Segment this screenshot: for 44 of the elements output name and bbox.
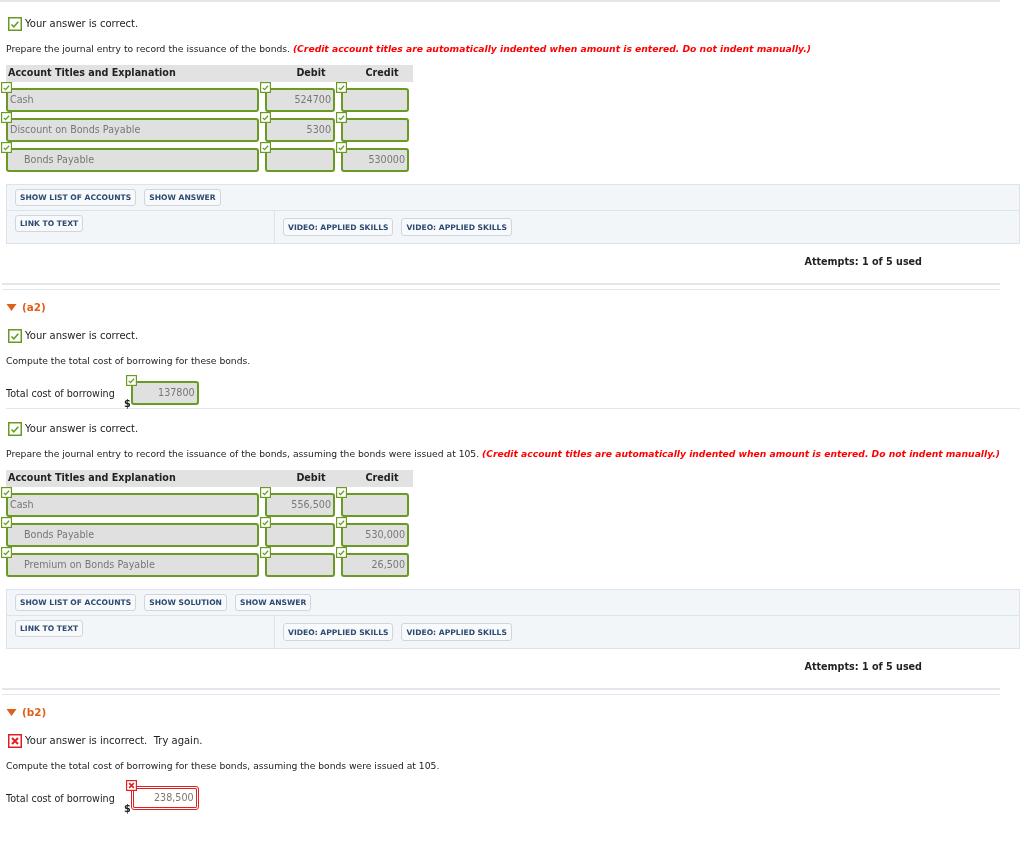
- input-field[interactable]: [265, 553, 335, 577]
- question-text: Prepare the journal entry to record the issuance of the bonds. (Credit account titles are automatically indented when amount is entered. Do not indent manually.): [6, 42, 812, 55]
- result-message: Your answer is correct.: [25, 17, 139, 31]
- caret-icon[interactable]: [6, 304, 17, 313]
- input-field[interactable]: Bonds Payable: [6, 148, 259, 172]
- column-heading: Credit: [364, 471, 400, 486]
- column-heading: Debit: [295, 66, 327, 81]
- currency-sign: $: [124, 396, 131, 411]
- input-field[interactable]: Cash: [6, 493, 259, 517]
- input-field[interactable]: Premium on Bonds Payable: [6, 553, 259, 577]
- input-field[interactable]: 524700: [265, 88, 335, 112]
- input-field[interactable]: [341, 493, 409, 517]
- input-field[interactable]: 238,500: [130, 786, 199, 810]
- input-field[interactable]: [341, 118, 409, 142]
- input-field[interactable]: Bonds Payable: [6, 523, 259, 547]
- question-text: Compute the total cost of borrowing for these bonds, assuming the bonds were issued at 105.: [6, 759, 441, 772]
- input-field[interactable]: [265, 523, 335, 547]
- input-field[interactable]: [341, 88, 409, 112]
- field-label: Total cost of borrowing: [6, 792, 116, 806]
- part-label[interactable]: (a2): [22, 300, 46, 316]
- attempts-counter: Attempts: 1 of 5 used: [803, 255, 922, 269]
- column-heading: Debit: [295, 471, 327, 486]
- column-heading: Credit: [364, 66, 400, 81]
- field-label: Total cost of borrowing: [6, 387, 116, 401]
- column-heading: Account Titles and Explanation: [7, 66, 177, 81]
- input-field[interactable]: 26,500: [341, 553, 409, 577]
- input-field[interactable]: 530000: [341, 148, 409, 172]
- result-message: Your answer is correct.: [25, 329, 139, 343]
- caret-icon[interactable]: [6, 709, 17, 718]
- question-text: Compute the total cost of borrowing for these bonds.: [6, 354, 252, 367]
- input-field[interactable]: 556,500: [265, 493, 335, 517]
- attempts-counter: Attempts: 1 of 5 used: [803, 660, 922, 674]
- column-heading: Account Titles and Explanation: [7, 471, 177, 486]
- currency-sign: $: [124, 801, 131, 816]
- result-message: Your answer is incorrect. Try again.: [25, 734, 203, 748]
- input-field[interactable]: 530,000: [341, 523, 409, 547]
- input-field[interactable]: 5300: [265, 118, 335, 142]
- part-label[interactable]: (b2): [22, 705, 47, 721]
- input-field[interactable]: Discount on Bonds Payable: [6, 118, 259, 142]
- result-message: Your answer is correct.: [25, 422, 139, 436]
- question-text: Prepare the journal entry to record the issuance of the bonds, assuming the bonds were issued at 105. (Credit account titles are automatically indented when amount is entered. Do not indent manually.): [6, 447, 1000, 460]
- input-field[interactable]: 137800: [130, 381, 199, 405]
- input-field[interactable]: [265, 148, 335, 172]
- input-field[interactable]: Cash: [6, 88, 259, 112]
